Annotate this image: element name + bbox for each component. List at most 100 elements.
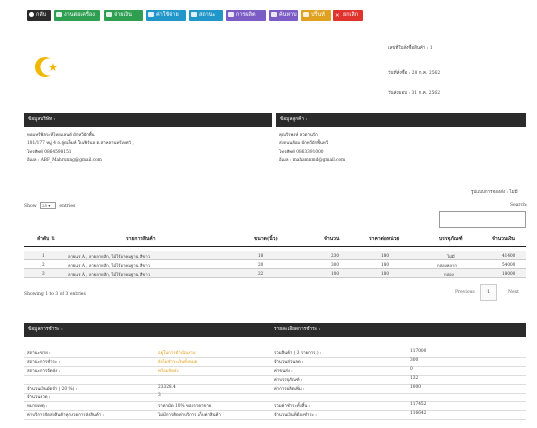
customer-phone: โทรศัพท์ 0863391000 bbox=[279, 149, 324, 155]
table-row: 1 ลายเเร A , ลายลายสัก, ไม้ไร้อาคมฐาน สี… bbox=[24, 251, 526, 260]
payment-label: หมายเหตุ : bbox=[27, 404, 48, 409]
payment-value[interactable]: ยังไม่ชำระเงินทั้งหมด bbox=[158, 358, 197, 365]
cancel-icon: ✕ bbox=[335, 13, 340, 19]
row-divider bbox=[270, 365, 526, 366]
summary-value: 0 bbox=[410, 367, 413, 372]
toolbar: กลับ งานต่อเครื่อง จ่ายเงิน ค่าใช้จ่าย ส… bbox=[0, 0, 537, 26]
search-label: Search: bbox=[510, 203, 528, 208]
summary-value: 1000 bbox=[410, 385, 421, 390]
summary-label: จำนวนเงินที่ต้องชำระ : bbox=[274, 413, 317, 418]
col-packaging[interactable]: บรรจุภัณฑ์ bbox=[439, 235, 463, 243]
search-icon bbox=[271, 12, 277, 17]
payment-value[interactable]: อยู่ในการดำเนินงาน bbox=[158, 349, 195, 356]
row-divider bbox=[270, 409, 526, 410]
expense-button[interactable]: ค่าใช้จ่าย bbox=[146, 10, 186, 21]
col-index[interactable]: ลำดับ ⇅ bbox=[37, 235, 55, 243]
row-divider bbox=[24, 418, 272, 419]
payment-value: 23328.4 bbox=[158, 385, 176, 390]
payment-label: จำนวนงวด : bbox=[27, 395, 51, 400]
table-info: Showing 1 to 3 of 3 entries bbox=[24, 292, 86, 297]
list-icon bbox=[56, 12, 62, 17]
payment-value: 3 bbox=[158, 393, 161, 398]
summary-label: ค่าขนส่ง : bbox=[274, 369, 293, 374]
crescent-star-logo bbox=[35, 57, 58, 77]
summary-value: 116642 bbox=[410, 411, 427, 416]
customer-email: อีเมล : mahamnmd@gmail.com bbox=[279, 157, 346, 163]
col-amount[interactable]: จำนวนเงิน bbox=[492, 235, 515, 243]
payment-label: สถานะขาย : bbox=[27, 351, 51, 356]
back-icon bbox=[29, 12, 34, 17]
payment-value: ไม่มีการคิดค่าบริการ เก็บค่าสินค้า bbox=[158, 413, 221, 418]
status-icon bbox=[191, 12, 197, 17]
payment-value[interactable]: พร้อมจัดส่ง bbox=[158, 367, 179, 374]
customer-address: ส่งถนนล้อม ผักหวีผักพื้นหวี bbox=[279, 141, 329, 147]
seller-address: 181/177 หมู่ 4 ถ.ลู่ตเล็มห์ ใบเฟิร์นล ต.… bbox=[27, 141, 134, 147]
pay-button[interactable]: จ่ายเงิน bbox=[104, 10, 143, 21]
production-button[interactable]: การผลิต bbox=[226, 10, 266, 21]
back-button[interactable]: กลับ bbox=[27, 10, 51, 21]
receipt-icon bbox=[148, 12, 154, 17]
previous-button[interactable]: Previous bbox=[455, 284, 475, 301]
row-divider bbox=[270, 356, 526, 357]
print-icon bbox=[303, 12, 309, 17]
table-row: 3 ลายเเร A , ลายลายสัก, ไม้ไร้อาคมฐาน สี… bbox=[24, 269, 526, 278]
summary-header: รายละเอียดการชำระ : bbox=[270, 323, 526, 337]
order-date: วันที่สั่งซื้อ : 28 ก.ค. 2562 bbox=[388, 71, 441, 76]
table-header: ลำดับ ⇅ รายการสินค้า ขนาด(นิ้ว) จำนวน รา… bbox=[24, 230, 526, 247]
payment-label: ค่าบริการจัดส่งสินค้าทุกงวดการส่งสินค้า … bbox=[27, 413, 104, 418]
row-divider bbox=[270, 400, 526, 401]
row-divider bbox=[24, 392, 272, 393]
summary-value: 117000 bbox=[410, 349, 427, 354]
summary-value: 132 bbox=[410, 376, 419, 381]
payment-label: สถานะการจัดส่ง : bbox=[27, 369, 61, 374]
summary-label: ค่าบรรจุภัณฑ์ : bbox=[274, 378, 303, 383]
payment-value: ราคามัด 10% ของราคาขาย bbox=[158, 404, 212, 409]
summary-label: จำนวนส่วนลด : bbox=[274, 360, 304, 365]
search-input[interactable] bbox=[439, 211, 526, 228]
row-divider bbox=[24, 365, 272, 366]
page-1-button[interactable]: 1 bbox=[480, 284, 497, 301]
row-divider bbox=[270, 383, 526, 384]
customer-info: คุณริรพงษ์ ลวดานรัก ส่งถนนล้อม ผักหวีผัก… bbox=[279, 132, 345, 165]
row-divider bbox=[24, 400, 272, 401]
row-divider bbox=[270, 418, 526, 419]
summary-value: 117452 bbox=[410, 402, 427, 407]
row-divider bbox=[24, 383, 272, 384]
summary-label: รวมสินค้า ( 3 รายการ ) : bbox=[274, 351, 322, 356]
delivery-date: วันส่งมอบ : 31 ก.ค. 2562 bbox=[388, 91, 441, 96]
row-divider bbox=[24, 374, 272, 375]
document-number: เลขที่ใบสั่งซื้อสินค้า : 1 bbox=[388, 46, 433, 51]
search-order-button[interactable]: ค้นหาบ bbox=[269, 10, 298, 21]
entries-select[interactable]: 25 ▾ bbox=[39, 202, 56, 209]
seller-email: อีเมล : ABF_Mahrunng@gmail.com bbox=[27, 157, 102, 163]
delivery-type: รูปแบบการจองส่ง : ไม่มี bbox=[471, 190, 518, 195]
seller-header: ข้อมูลบริษัท : bbox=[24, 113, 272, 127]
cancel-button[interactable]: ✕ ยกเลิก bbox=[333, 10, 363, 21]
print-button[interactable]: ปริ้นท์ bbox=[301, 10, 331, 21]
customer-name: คุณริรพงษ์ ลวดานรัก bbox=[279, 133, 318, 138]
payment-label: จำนวนเงินมัดจำ ( 20 %) : bbox=[27, 387, 78, 392]
seller-info: หอมหรีพิลระทีไทยแลนด์ ผักหวีผักพื้น 181/… bbox=[27, 132, 134, 165]
show-entries: Show 25 ▾ entries bbox=[24, 202, 76, 209]
status-button[interactable]: สถานะ bbox=[189, 10, 223, 21]
payment-header: ข้อมูลการชำระ : bbox=[24, 323, 272, 337]
next-button[interactable]: Next bbox=[508, 284, 519, 301]
row-divider bbox=[270, 392, 526, 393]
production-list-button[interactable]: งานต่อเครื่อง bbox=[54, 10, 100, 21]
col-product[interactable]: รายการสินค้า bbox=[126, 235, 156, 243]
row-divider bbox=[24, 409, 272, 410]
money-icon bbox=[106, 12, 112, 17]
table-row: 2 ลายเเร A , ลายลายสัก, ไม้ไร้อาคมฐาน สี… bbox=[24, 260, 526, 269]
seller-phone: โทรศัพท์ 0864598151 bbox=[27, 149, 72, 155]
summary-value: 300 bbox=[410, 358, 419, 363]
col-size[interactable]: ขนาด(นิ้ว) bbox=[254, 235, 278, 243]
payment-label: สถานะการชำระ : bbox=[27, 360, 60, 365]
summary-label: ค่าการผลิตเพิ่ม : bbox=[274, 387, 305, 392]
row-divider bbox=[270, 374, 526, 375]
col-unit-price[interactable]: ราคาต่อหน่วย bbox=[369, 235, 399, 243]
seller-name: หอมหรีพิลระทีไทยแลนด์ ผักหวีผักพื้น bbox=[27, 133, 95, 138]
col-qty[interactable]: จำนวน bbox=[324, 235, 339, 243]
row-divider bbox=[24, 356, 272, 357]
factory-icon bbox=[228, 12, 234, 17]
customer-header: ข้อมูลลูกค้า : bbox=[276, 113, 526, 127]
